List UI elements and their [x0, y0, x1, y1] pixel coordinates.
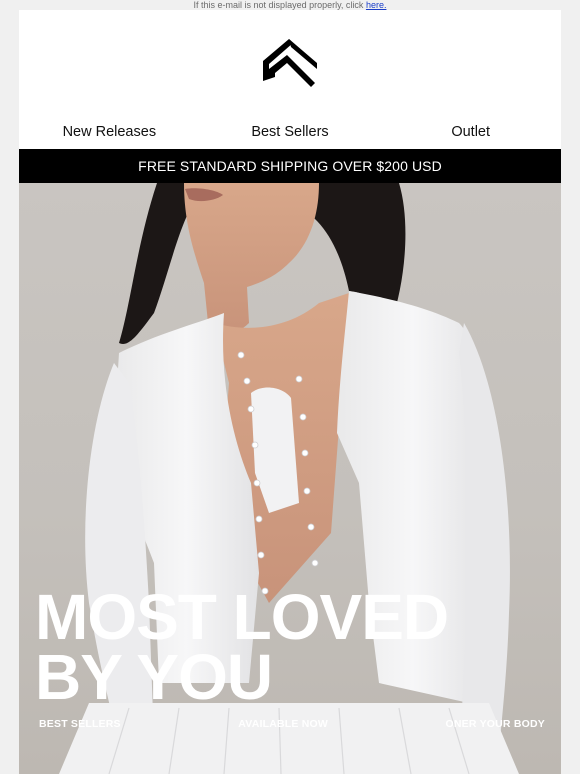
headline-line-1: MOST LOVED [35, 581, 449, 653]
hero-banner[interactable]: MOST LOVED BY YOU BEST SELLERS AVAILABLE… [19, 183, 561, 774]
headline-line-2: BY YOU [35, 641, 273, 713]
chevron-logo-icon[interactable] [263, 39, 317, 91]
view-in-browser-link[interactable]: here. [366, 0, 387, 10]
hero-link-best-sellers[interactable]: BEST SELLERS [39, 718, 121, 730]
main-nav: New Releases Best Sellers Outlet [19, 114, 561, 149]
hero-headline: MOST LOVED BY YOU [35, 581, 449, 713]
shipping-banner[interactable]: FREE STANDARD SHIPPING OVER $200 USD [19, 149, 561, 183]
preheader-text: If this e-mail is not displayed properly… [193, 0, 366, 10]
hero-link-available-now[interactable]: AVAILABLE NOW [238, 718, 328, 730]
hero-link-oner-your-body[interactable]: ONER YOUR BODY [446, 718, 545, 730]
shipping-banner-text: FREE STANDARD SHIPPING OVER $200 USD [138, 158, 442, 174]
nav-best-sellers[interactable]: Best Sellers [200, 124, 381, 140]
preheader: If this e-mail is not displayed properly… [0, 0, 580, 10]
email-body: New Releases Best Sellers Outlet FREE ST… [19, 10, 561, 774]
logo-area[interactable] [19, 10, 561, 114]
nav-outlet[interactable]: Outlet [380, 124, 561, 140]
nav-new-releases[interactable]: New Releases [19, 124, 200, 140]
hero-sublinks: BEST SELLERS AVAILABLE NOW ONER YOUR BOD… [19, 718, 561, 730]
